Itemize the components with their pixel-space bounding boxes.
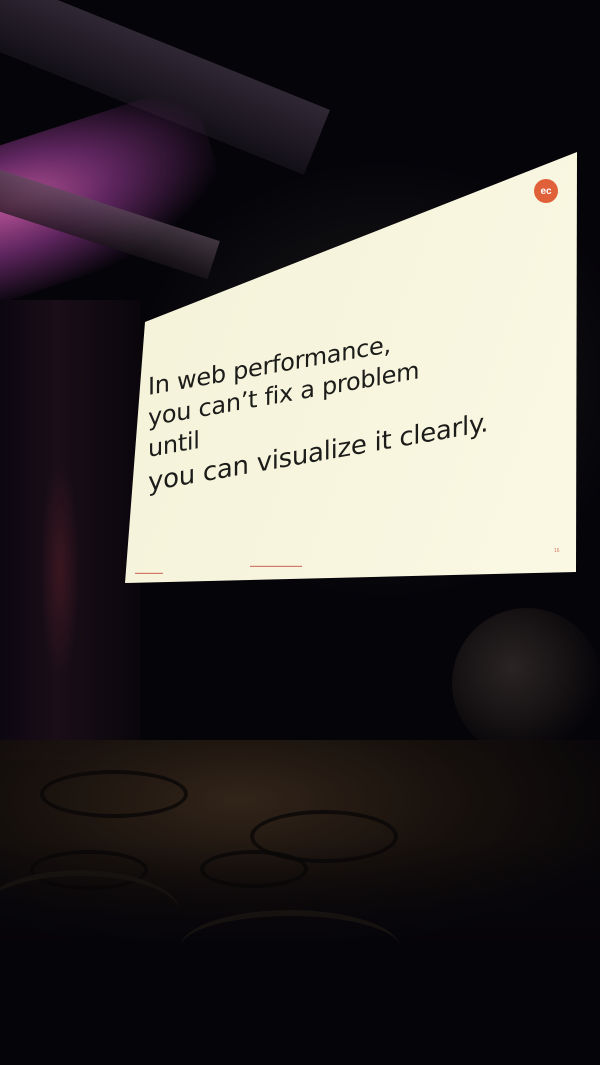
slide-footer-left: ▬▬▬▬▬▬▬ (135, 570, 163, 575)
carpet-swirl (40, 770, 188, 818)
chair-back (180, 910, 400, 986)
presenter-logo-icon: ec (534, 179, 558, 203)
audience-member-head (452, 608, 600, 758)
slide-footer-center: ▬▬▬▬▬▬▬▬▬▬▬▬▬ (250, 563, 302, 568)
chair-back (0, 870, 180, 956)
slide-page-number: 16 (554, 548, 560, 554)
conference-hall-photo: ec In web performance, you can’t fix a p… (0, 0, 600, 1065)
projection-screen: ec In web performance, you can’t fix a p… (0, 0, 600, 600)
slide-surface (125, 152, 577, 583)
